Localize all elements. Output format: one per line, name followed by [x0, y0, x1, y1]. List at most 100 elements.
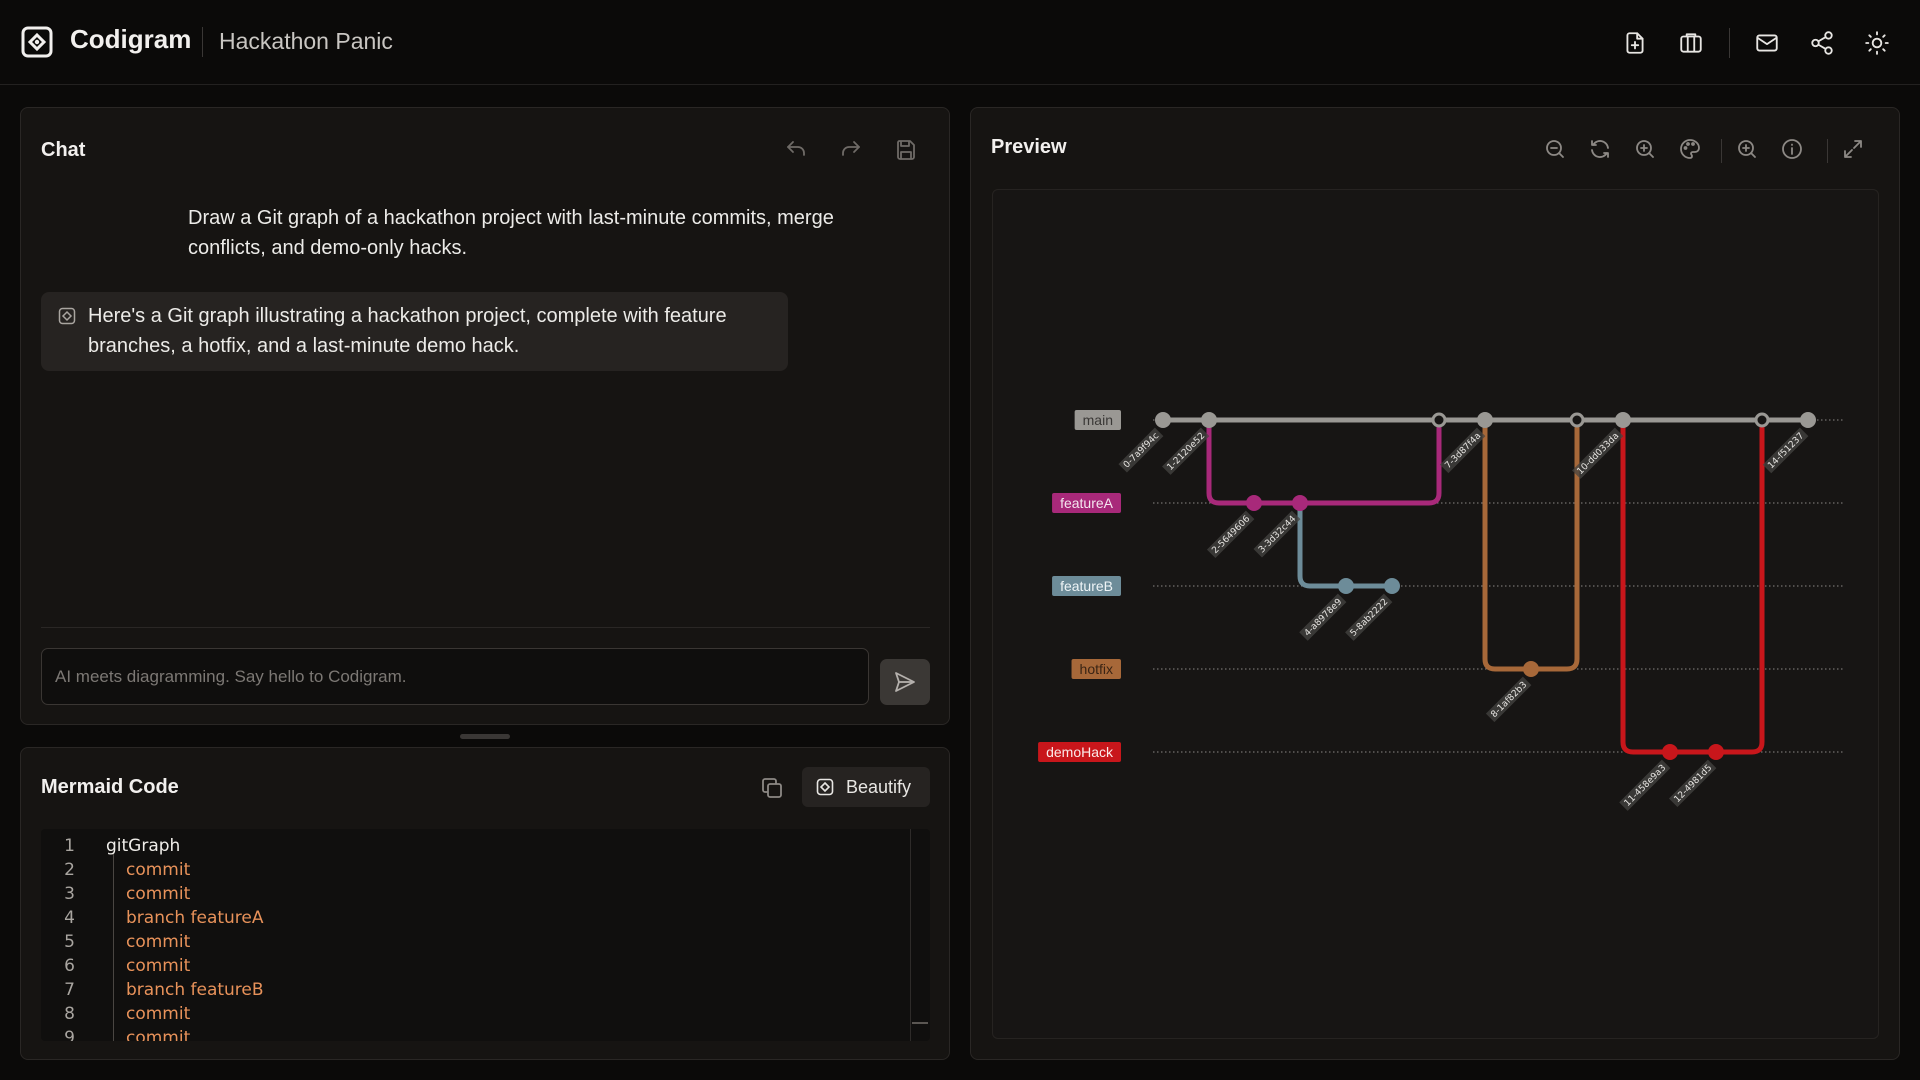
divider: [202, 27, 203, 57]
commit-label: 14-f51237: [1762, 427, 1809, 474]
panel-resize-handle[interactable]: [460, 734, 510, 739]
commit-node: [1155, 412, 1171, 428]
commit-id-text: 0-7a9f94c: [1122, 431, 1161, 470]
branch-label-hotfix: hotfix: [1080, 661, 1113, 677]
code-line: 2 commit: [41, 858, 901, 882]
commit-node: [1477, 412, 1493, 428]
commit-label: 10-dd033da: [1572, 427, 1624, 479]
line-number: 6: [64, 956, 75, 976]
commit-label: 11-458e9a3: [1619, 759, 1671, 811]
info-icon[interactable]: [1780, 137, 1804, 161]
new-file-icon[interactable]: [1622, 30, 1648, 56]
brand-name: Codigram: [70, 24, 192, 54]
chat-input[interactable]: [41, 648, 869, 705]
code-text: commit: [126, 1028, 191, 1041]
codigram-logo-icon: [21, 26, 53, 58]
code-text: commit: [126, 884, 191, 904]
line-number: 5: [64, 932, 75, 952]
branch-line-featureB: [1297, 500, 1395, 589]
send-icon: [895, 672, 915, 692]
code-editor[interactable]: 1 gitGraph 2 commit 3 commit 4 branch fe…: [41, 829, 930, 1041]
zoom-fit-icon[interactable]: [1735, 137, 1759, 161]
commit-id-text: 14-f51237: [1766, 431, 1806, 471]
commit-label: 7-3d87f4a: [1439, 427, 1486, 474]
chat-panel: Chat Draw a Git graph of a hackathon pro…: [20, 107, 950, 725]
code-text: branch featureB: [126, 980, 264, 1000]
reset-view-icon[interactable]: [1588, 137, 1612, 161]
branch-label-main: main: [1083, 412, 1113, 428]
line-number: 7: [64, 980, 75, 1000]
beautify-icon: [816, 778, 834, 796]
commit-label: 12-4981d5: [1668, 759, 1717, 808]
code-text: branch featureA: [126, 908, 264, 928]
undo-icon[interactable]: [784, 138, 808, 162]
redo-icon[interactable]: [839, 138, 863, 162]
expand-icon[interactable]: [1841, 137, 1865, 161]
send-button[interactable]: [880, 659, 930, 705]
line-number: 4: [64, 908, 75, 928]
code-panel-title: Mermaid Code: [41, 776, 179, 798]
zoom-out-icon[interactable]: [1543, 137, 1567, 161]
commit-node: [1201, 412, 1217, 428]
sun-icon[interactable]: [1864, 30, 1890, 56]
scrollbar[interactable]: [910, 829, 911, 1041]
branch-label-featureB: featureB: [1060, 578, 1113, 594]
code-text: commit: [126, 956, 191, 976]
assistant-avatar-icon: [58, 307, 76, 325]
share-icon[interactable]: [1809, 30, 1835, 56]
palette-icon[interactable]: [1678, 137, 1702, 161]
user-message: Draw a Git graph of a hackathon project …: [188, 207, 834, 259]
code-line: 3 commit: [41, 882, 901, 906]
code-line: 1 gitGraph: [41, 834, 901, 858]
commit-label: 8-1af82b3: [1485, 676, 1532, 723]
commit-node: [1708, 744, 1724, 760]
commit-id-text: 5-8ab2222: [1349, 597, 1391, 639]
branch-line-hotfix: [1482, 417, 1580, 672]
copy-icon[interactable]: [760, 776, 784, 800]
commit-id-text: 11-458e9a3: [1623, 763, 1669, 809]
merge-commit-node: [1569, 412, 1585, 428]
box-icon[interactable]: [1678, 30, 1704, 56]
code-line: 8 commit: [41, 1002, 901, 1026]
commit-node: [1662, 744, 1678, 760]
preview-panel: Preview main featureA featureB hotfix demoHa…: [970, 107, 1900, 1060]
scrollbar-thumb[interactable]: [912, 1022, 928, 1024]
code-text: gitGraph: [106, 836, 181, 856]
toolbar-divider: [1827, 139, 1828, 163]
line-number: 9: [64, 1028, 75, 1041]
top-bar: Codigram Hackathon Panic: [0, 0, 1920, 85]
code-line: 6 commit: [41, 954, 901, 978]
branch-line-featureA: [1206, 417, 1442, 506]
assistant-message-text: Here's a Git graph illustrating a hackat…: [88, 305, 727, 357]
code-text: commit: [126, 1004, 191, 1024]
branch-label-demoHack: demoHack: [1046, 744, 1114, 760]
commit-label: 2-5649606: [1206, 510, 1255, 559]
code-line: 4 branch featureA: [41, 906, 901, 930]
line-number: 8: [64, 1004, 75, 1024]
commit-node: [1246, 495, 1262, 511]
zoom-in-icon[interactable]: [1633, 137, 1657, 161]
save-icon[interactable]: [894, 138, 918, 162]
code-line: 9 commit: [41, 1026, 901, 1041]
commit-label: 4-a8978e9: [1299, 593, 1347, 641]
commit-label: 0-7a9f94c: [1118, 427, 1164, 473]
toolbar-divider: [1729, 28, 1730, 58]
commit-node: [1338, 578, 1354, 594]
diagram-canvas[interactable]: main featureA featureB hotfix demoHack 0-7a9f…: [992, 189, 1879, 1039]
commit-id-text: 3-3d32c44: [1257, 514, 1298, 555]
commit-label: 1-2120e52: [1162, 427, 1210, 475]
toolbar-divider: [1721, 139, 1722, 163]
commit-node: [1292, 495, 1308, 511]
merge-commit-node: [1754, 412, 1770, 428]
commit-id-text: 4-a8978e9: [1303, 597, 1345, 639]
project-title[interactable]: Hackathon Panic: [219, 28, 393, 55]
code-text: commit: [126, 860, 191, 880]
mail-icon[interactable]: [1754, 30, 1780, 56]
beautify-button[interactable]: Beautify: [802, 767, 930, 807]
commit-id-text: 10-dd033da: [1576, 431, 1622, 477]
code-line: 7 branch featureB: [41, 978, 901, 1002]
assistant-message: Here's a Git graph illustrating a hackat…: [41, 292, 788, 371]
commit-node: [1523, 661, 1539, 677]
beautify-label: Beautify: [846, 776, 912, 797]
code-text: commit: [126, 932, 191, 952]
